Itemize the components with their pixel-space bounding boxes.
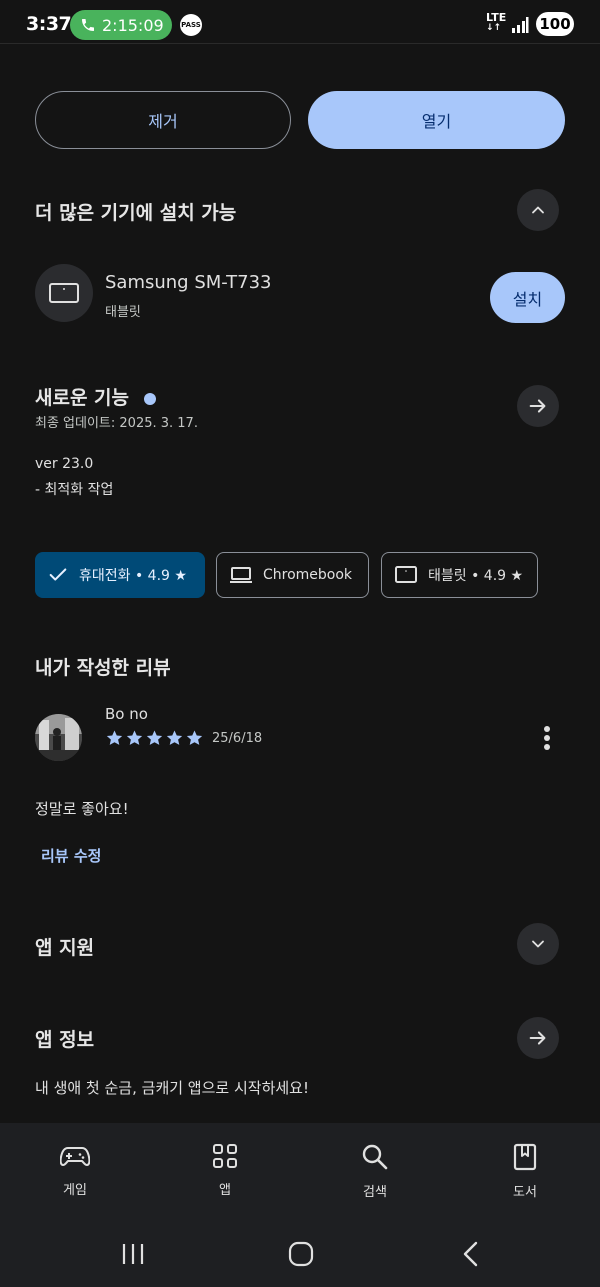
home-icon[interactable]: [288, 1241, 314, 1267]
status-divider: [0, 43, 600, 44]
nav-apps-label: 앱: [219, 1183, 231, 1198]
bottom-navigation: 게임 앱 검색 도서: [0, 1123, 600, 1223]
nav-books[interactable]: 도서: [465, 1123, 585, 1223]
star-icon: [126, 730, 143, 745]
device-avatar: [35, 264, 93, 322]
more-vert-icon: [544, 726, 550, 750]
apps-grid-icon: [213, 1144, 237, 1168]
chevron-up-icon: [532, 206, 544, 214]
check-icon: [49, 568, 67, 581]
nav-games-label: 게임: [63, 1183, 87, 1198]
review-author: Bo no: [105, 705, 148, 723]
my-review-title: 내가 작성한 리뷰: [35, 657, 171, 679]
version-text: ver 23.0: [35, 456, 94, 472]
star-icon: [106, 730, 123, 745]
tablet-icon: [395, 566, 417, 583]
app-support-expand-button[interactable]: [517, 923, 559, 965]
data-arrows-icon: ↓↑: [486, 23, 502, 33]
open-button[interactable]: 열기: [308, 91, 565, 149]
chip-tablet[interactable]: 태블릿 • 4.9 ★: [381, 552, 538, 598]
system-navigation-bar: [0, 1223, 600, 1287]
nav-games[interactable]: 게임: [15, 1123, 135, 1223]
nav-search[interactable]: 검색: [315, 1123, 435, 1223]
remove-button[interactable]: 제거: [35, 91, 291, 149]
status-time: 3:37: [26, 13, 72, 35]
recent-apps-icon[interactable]: [120, 1242, 146, 1266]
more-options-button[interactable]: [533, 722, 561, 754]
app-info-arrow-button[interactable]: [517, 1017, 559, 1059]
whats-new-title-text: 새로운 기능: [35, 387, 130, 409]
phone-icon: [82, 19, 94, 31]
chip-phone[interactable]: 휴대전화 • 4.9 ★: [35, 552, 205, 598]
app-info-title[interactable]: 앱 정보: [35, 1025, 94, 1052]
pass-app-icon: PASS: [180, 14, 202, 36]
install-button[interactable]: 설치: [490, 272, 565, 323]
review-date: 25/6/18: [212, 731, 263, 746]
arrow-right-icon: [529, 399, 546, 413]
network-type: LTE: [486, 11, 507, 24]
device-name: Samsung SM-T733: [105, 272, 272, 293]
review-body: 정말로 좋아요!: [35, 800, 129, 818]
status-bar: 3:37 2:15:09 PASS LTE ↓↑ 100: [0, 0, 600, 44]
collapse-button[interactable]: [517, 189, 559, 231]
edit-review-link[interactable]: 리뷰 수정: [41, 845, 101, 866]
signal-icon: [512, 17, 529, 33]
book-icon: [513, 1143, 537, 1171]
star-icon: [166, 730, 183, 745]
nav-apps[interactable]: 앱: [165, 1123, 285, 1223]
nav-books-label: 도서: [513, 1185, 537, 1200]
chevron-down-icon: [532, 940, 544, 948]
gamepad-icon: [60, 1147, 90, 1166]
last-updated: 최종 업데이트: 2025. 3. 17.: [35, 416, 198, 431]
arrow-right-icon: [529, 1031, 546, 1045]
nav-search-label: 검색: [363, 1185, 387, 1200]
whats-new-title: 새로운 기능: [35, 383, 156, 410]
battery-indicator: 100: [536, 12, 574, 36]
call-timer-pill[interactable]: 2:15:09: [70, 10, 172, 40]
chip-chromebook-label: Chromebook: [263, 567, 353, 583]
release-note: - 최적화 작업: [35, 482, 114, 498]
chip-phone-label: 휴대전화 • 4.9 ★: [79, 568, 187, 584]
device-type: 태블릿: [105, 305, 141, 320]
lte-indicator: LTE ↓↑: [486, 12, 506, 34]
app-support-title[interactable]: 앱 지원: [35, 933, 94, 960]
search-icon: [362, 1144, 388, 1170]
app-description: 내 생애 첫 순금, 금캐기 앱으로 시작하세요!: [35, 1079, 309, 1097]
avatar[interactable]: [35, 714, 82, 761]
new-dot-icon: [143, 392, 156, 405]
avatar-photo: [35, 714, 82, 761]
call-timer: 2:15:09: [102, 15, 164, 35]
more-devices-title: 더 많은 기기에 설치 가능: [35, 202, 237, 224]
tablet-icon: [49, 283, 79, 303]
chip-chromebook[interactable]: Chromebook: [216, 552, 369, 598]
chip-tablet-label: 태블릿 • 4.9 ★: [428, 568, 524, 584]
review-stars: [105, 729, 204, 747]
back-icon[interactable]: [460, 1240, 482, 1268]
star-icon: [146, 730, 163, 745]
laptop-icon: [230, 567, 252, 583]
whats-new-arrow-button[interactable]: [517, 385, 559, 427]
star-icon: [186, 730, 203, 745]
